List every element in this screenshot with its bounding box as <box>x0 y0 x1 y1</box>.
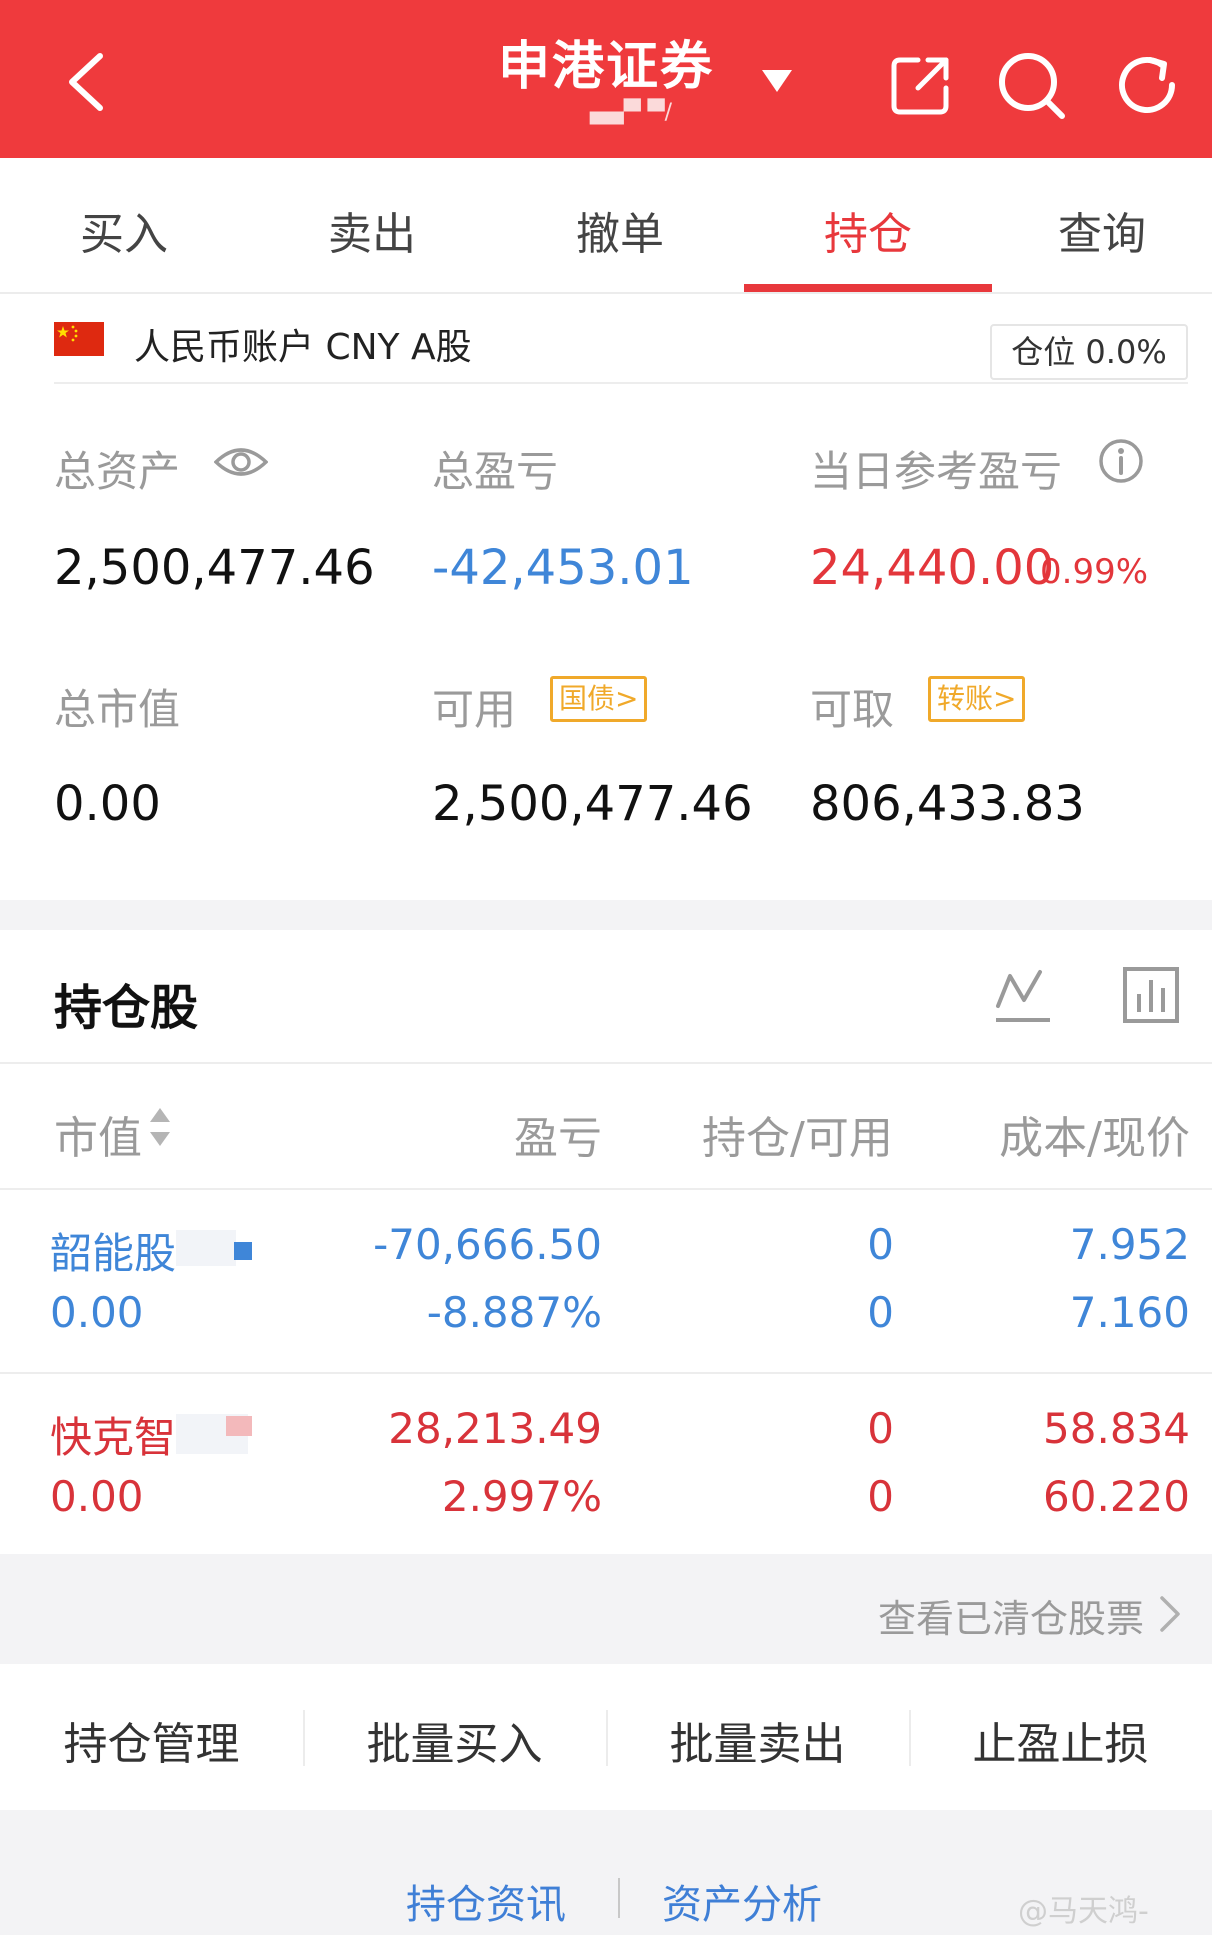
stock-available: 0 <box>867 1472 894 1521</box>
refresh-icon[interactable] <box>1112 50 1182 120</box>
sort-icon[interactable] <box>148 1106 172 1148</box>
app-header: 申港证券 ▄▄▀ ▀/ <box>0 0 1212 158</box>
stock-pnl: 28,213.49 <box>388 1404 602 1453</box>
table-row[interactable]: 快克智 0.00 28,213.49 2.997% 0 0 58.834 60.… <box>0 1374 1212 1554</box>
bar-chart-icon[interactable] <box>1122 966 1180 1024</box>
tab-positions[interactable]: 持仓 <box>744 198 992 262</box>
name-redaction-mark <box>234 1242 252 1260</box>
stock-position: 0 <box>867 1404 894 1453</box>
total-assets-value: 2,500,477.46 <box>54 540 375 596</box>
today-pnl-label: 当日参考盈亏 <box>810 447 1063 496</box>
share-icon[interactable] <box>888 52 954 118</box>
masked-account-number: ▄▄▀ ▀/ <box>590 100 673 125</box>
available-label: 可用 <box>432 685 517 734</box>
total-pnl-label: 总盈亏 <box>432 447 559 496</box>
search-icon[interactable] <box>996 50 1068 122</box>
chevron-right-icon[interactable] <box>1158 1594 1182 1634</box>
line-chart-icon[interactable] <box>994 966 1052 1024</box>
stock-price: 60.220 <box>1043 1472 1190 1521</box>
treasury-bond-button[interactable]: 国债> <box>550 676 648 722</box>
table-row[interactable]: 韶能股 0.00 -70,666.50 -8.887% 0 0 7.952 7.… <box>0 1190 1212 1372</box>
china-flag-icon <box>54 322 104 356</box>
section-gap <box>0 900 1212 930</box>
stock-position: 0 <box>867 1220 894 1269</box>
trade-tabs: 买入 卖出 撤单 持仓 查询 <box>0 158 1212 294</box>
chevron-down-icon[interactable] <box>760 68 794 94</box>
active-tab-indicator <box>744 284 992 292</box>
stock-pnl: -70,666.50 <box>373 1220 602 1269</box>
stock-market-value: 0.00 <box>50 1288 144 1337</box>
stock-available: 0 <box>867 1288 894 1337</box>
name-redaction <box>176 1230 236 1266</box>
divider <box>54 382 1188 384</box>
divider <box>618 1878 620 1918</box>
today-pnl-value: 24,440.00 <box>810 540 1055 596</box>
column-header-cost-price: 成本/现价 <box>999 1113 1190 1164</box>
tab-query[interactable]: 查询 <box>992 198 1212 262</box>
market-value-value: 0.00 <box>54 776 161 832</box>
position-actions-bar: 持仓管理 批量买入 批量卖出 止盈止损 <box>0 1664 1212 1810</box>
tab-sell[interactable]: 卖出 <box>248 198 496 262</box>
available-value: 2,500,477.46 <box>432 776 753 832</box>
today-pnl-percent: 0.99% <box>1040 552 1149 592</box>
asset-analysis-link[interactable]: 资产分析 <box>662 1872 822 1930</box>
market-value-label: 总市值 <box>54 685 181 734</box>
position-news-link[interactable]: 持仓资讯 <box>406 1872 566 1930</box>
info-icon[interactable] <box>1098 438 1144 484</box>
view-cleared-stocks-link[interactable]: 查看已清仓股票 <box>878 1588 1144 1643</box>
stock-cost: 58.834 <box>1043 1404 1190 1453</box>
column-header-position: 持仓/可用 <box>702 1113 893 1164</box>
weibo-watermark: @马天鸿- <box>1018 1894 1149 1929</box>
stock-pnl-percent: 2.997% <box>441 1472 602 1521</box>
stock-pnl-percent: -8.887% <box>426 1288 602 1337</box>
column-header-market-value[interactable]: 市值 <box>54 1102 142 1166</box>
total-assets-label: 总资产 <box>54 447 181 496</box>
holdings-section-title: 持仓股 <box>54 980 199 1036</box>
tab-cancel-order[interactable]: 撤单 <box>496 198 744 262</box>
divider <box>0 1062 1212 1064</box>
tab-buy[interactable]: 买入 <box>0 198 248 262</box>
column-header-pnl: 盈亏 <box>514 1113 602 1164</box>
batch-sell-button[interactable]: 批量卖出 <box>606 1708 909 1772</box>
stock-name: 快克智 <box>50 1413 177 1462</box>
transfer-button[interactable]: 转账> <box>928 676 1026 722</box>
position-management-button[interactable]: 持仓管理 <box>0 1708 303 1772</box>
name-redaction-mark <box>226 1416 252 1436</box>
account-currency-label[interactable]: 人民币账户 CNY A股 <box>134 318 472 370</box>
total-pnl-value: -42,453.01 <box>432 540 694 596</box>
batch-buy-button[interactable]: 批量买入 <box>303 1708 606 1772</box>
stock-name: 韶能股 <box>50 1229 177 1278</box>
position-ratio-badge: 仓位 0.0% <box>990 324 1188 380</box>
eye-icon[interactable] <box>214 444 268 480</box>
withdrawable-label: 可取 <box>810 685 895 734</box>
stock-price: 7.160 <box>1069 1288 1190 1337</box>
withdrawable-value: 806,433.83 <box>810 776 1085 832</box>
stock-cost: 7.952 <box>1069 1220 1190 1269</box>
stock-market-value: 0.00 <box>50 1472 144 1521</box>
take-profit-stop-loss-button[interactable]: 止盈止损 <box>909 1708 1212 1772</box>
